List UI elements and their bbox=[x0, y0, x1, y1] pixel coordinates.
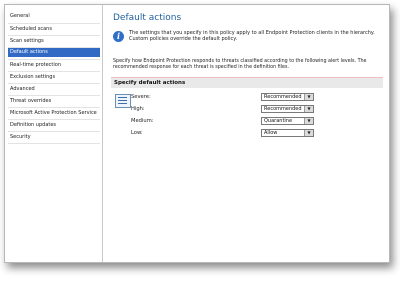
low-action-select[interactable]: Allow ▼ bbox=[261, 129, 314, 137]
nav-item-default-actions[interactable]: Default actions bbox=[8, 48, 100, 57]
nav-item-real-time-protection[interactable]: Real-time protection bbox=[8, 61, 100, 70]
divider bbox=[8, 95, 100, 96]
nav-item-threat-overrides[interactable]: Threat overrides bbox=[8, 97, 100, 106]
page-title: Default actions bbox=[113, 13, 182, 23]
divider bbox=[8, 83, 100, 84]
section-header: Specify default actions bbox=[111, 77, 383, 88]
threat-list-icon bbox=[115, 94, 131, 108]
high-action-select[interactable]: Recommended ▼ bbox=[261, 105, 314, 113]
nav-item-general[interactable]: General bbox=[8, 12, 100, 21]
nav-item-security[interactable]: Security bbox=[8, 133, 100, 142]
divider bbox=[8, 35, 100, 36]
chevron-down-icon[interactable]: ▼ bbox=[304, 106, 313, 112]
divider bbox=[8, 143, 100, 144]
chevron-down-icon[interactable]: ▼ bbox=[304, 130, 313, 136]
severe-label: Severe: bbox=[131, 94, 151, 100]
policy-info-line: Custom policies override the default pol… bbox=[129, 36, 238, 42]
divider bbox=[8, 131, 100, 132]
chevron-down-icon[interactable]: ▼ bbox=[304, 118, 313, 124]
nav-item-advanced[interactable]: Advanced bbox=[8, 85, 100, 94]
medium-label: Medium: bbox=[131, 118, 154, 124]
divider bbox=[8, 119, 100, 120]
divider bbox=[8, 107, 100, 108]
divider bbox=[8, 59, 100, 60]
severe-action-select[interactable]: Recommended ▼ bbox=[261, 93, 314, 101]
main-panel: Default actions i The settings that you … bbox=[103, 5, 389, 262]
divider bbox=[8, 71, 100, 72]
chevron-down-icon[interactable]: ▼ bbox=[304, 94, 313, 100]
info-icon: i bbox=[113, 31, 124, 42]
nav-item-definition-updates[interactable]: Definition updates bbox=[8, 121, 100, 130]
policy-window: General Scheduled scans Scan settings De… bbox=[4, 4, 390, 263]
sidebar-nav: General Scheduled scans Scan settings De… bbox=[5, 5, 103, 262]
high-label: High: bbox=[131, 106, 145, 112]
nav-item-scan-settings[interactable]: Scan settings bbox=[8, 37, 100, 46]
selected-value: Allow bbox=[264, 130, 278, 136]
policy-info-text: The settings that you specify in this po… bbox=[129, 30, 375, 42]
low-label: Low: bbox=[131, 130, 143, 136]
divider bbox=[8, 23, 100, 24]
nav-item-active-protection-service[interactable]: Microsoft Active Protection Service bbox=[8, 109, 100, 118]
description-text: Specify how Endpoint Protection responds… bbox=[113, 59, 367, 71]
nav-item-scheduled-scans[interactable]: Scheduled scans bbox=[8, 25, 100, 34]
selected-value: Recommended bbox=[264, 94, 302, 100]
medium-action-select[interactable]: Quarantine ▼ bbox=[261, 117, 314, 125]
description-line: recommended response for each threat is … bbox=[113, 65, 289, 70]
selected-value: Quarantine bbox=[264, 118, 293, 124]
selected-value: Recommended bbox=[264, 106, 302, 112]
nav-item-exclusion-settings[interactable]: Exclusion settings bbox=[8, 73, 100, 82]
